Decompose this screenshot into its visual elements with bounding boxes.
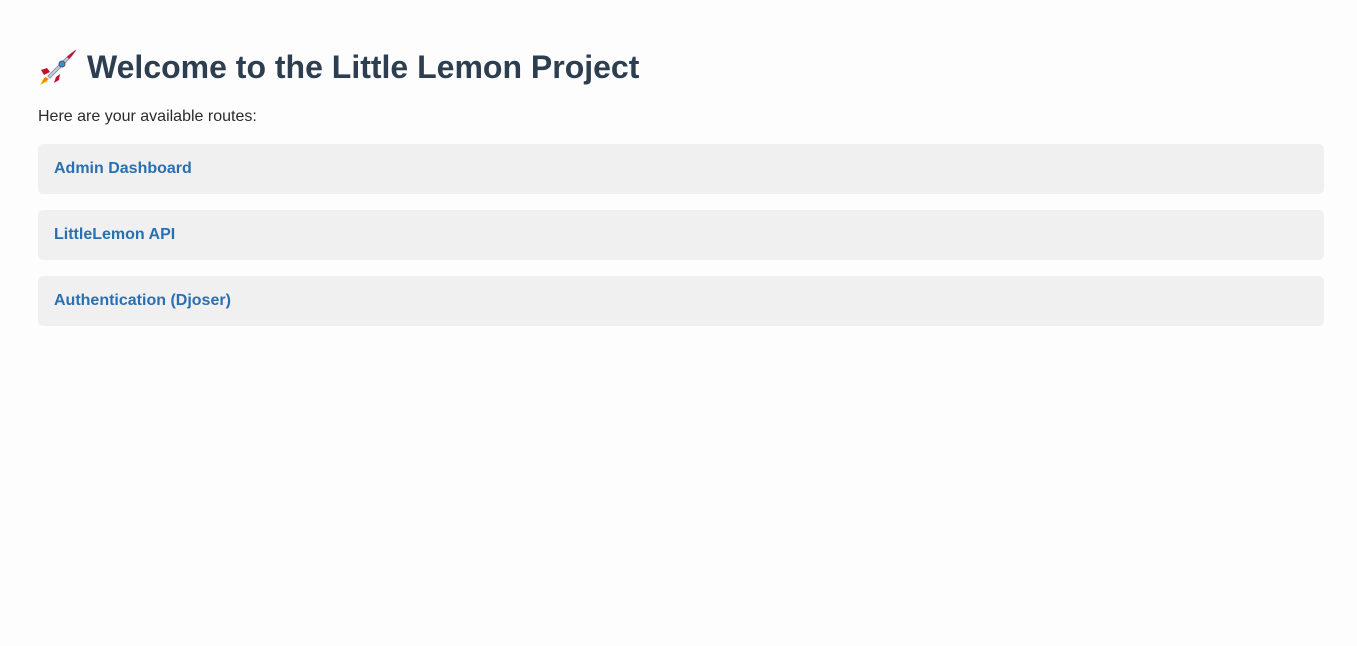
page-header: Welcome to the Little Lemon Project <box>38 48 1324 86</box>
rocket-icon <box>40 49 77 85</box>
route-item-api[interactable]: LittleLemon API <box>38 210 1324 260</box>
admin-dashboard-link[interactable]: Admin Dashboard <box>54 160 192 178</box>
authentication-djoser-link[interactable]: Authentication (Djoser) <box>54 292 231 310</box>
route-item-admin[interactable]: Admin Dashboard <box>38 144 1324 194</box>
page-title: Welcome to the Little Lemon Project <box>87 49 640 85</box>
intro-text: Here are your available routes: <box>38 108 257 125</box>
littlelemon-api-link[interactable]: LittleLemon API <box>54 226 175 244</box>
route-item-auth[interactable]: Authentication (Djoser) <box>38 276 1324 326</box>
page: Welcome to the Little Lemon Project Here… <box>0 48 1357 326</box>
routes-list: Admin Dashboard LittleLemon API Authenti… <box>38 144 1324 326</box>
